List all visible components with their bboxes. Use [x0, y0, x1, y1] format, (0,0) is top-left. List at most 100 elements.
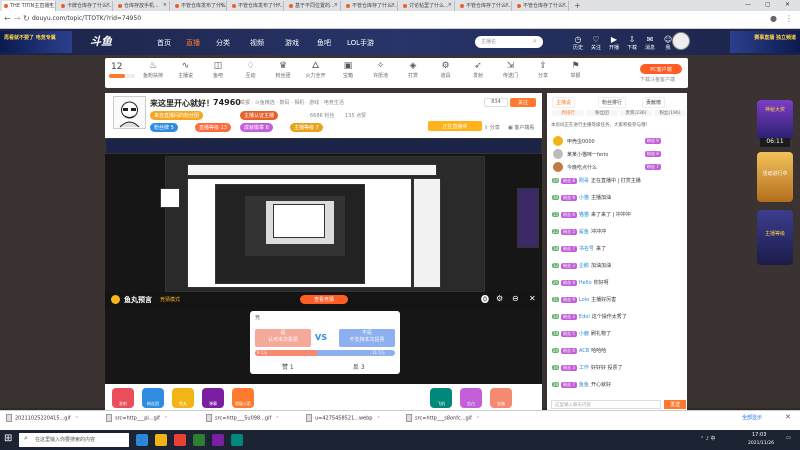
- header-ad-left[interactable]: 再看就不要了 电竞专属: [0, 31, 72, 53]
- view-prediction-button[interactable]: 查看竞猜: [300, 295, 348, 304]
- client-watch-button[interactable]: ▣ 客户端看: [508, 124, 534, 131]
- chat-user-name[interactable]: Hello: [579, 280, 592, 286]
- chat-subtab-2[interactable]: 贵宾(236): [620, 110, 652, 116]
- download-menu-icon[interactable]: ⌃: [164, 416, 168, 422]
- toolbar-item-12[interactable]: ⇪ 分享: [530, 60, 556, 79]
- toolbar-item-0[interactable]: ♨ 鱼粉扶持: [140, 60, 166, 79]
- minimize-icon[interactable]: —: [745, 1, 751, 8]
- tab-close-icon[interactable]: ×: [163, 2, 167, 8]
- close-downloads-icon[interactable]: ✕: [785, 413, 791, 421]
- toolbar-item-13[interactable]: ⚑ 举报: [563, 60, 589, 79]
- url-text[interactable]: douyu.com/topic/TTOTK/?rid=74950: [32, 15, 141, 22]
- browser-tab[interactable]: 仓库存放手机... ×: [116, 1, 170, 11]
- chat-user-name[interactable]: 鱼鱼: [579, 382, 589, 388]
- toolbar-item-8[interactable]: ◈ 打赏: [400, 60, 426, 79]
- vote-right-button[interactable]: 反 3: [353, 362, 365, 371]
- toolbar-item-2[interactable]: ◫ 鱼吧: [205, 60, 231, 79]
- nav-item-2[interactable]: 分类: [216, 38, 230, 48]
- chat-input[interactable]: 这里输入聊天内容: [551, 400, 661, 409]
- download-item[interactable]: 20211025220415...gif ⌃: [6, 414, 79, 422]
- app-icon-3[interactable]: [231, 434, 243, 446]
- header-ad-right[interactable]: 赛事直播 独立频道: [730, 31, 800, 53]
- browser-tab[interactable]: 不管仓库发布了什么... ×: [173, 1, 227, 11]
- toolbar-item-1[interactable]: ∿ 主播说: [173, 60, 199, 79]
- browser-tab[interactable]: 不管仓库存了什么... ×: [458, 1, 512, 11]
- download-item[interactable]: src=http___5u098...gif ⌃: [206, 414, 279, 422]
- chat-user-name[interactable]: 工作: [579, 365, 589, 371]
- windows-start-icon[interactable]: ⊞: [4, 434, 12, 444]
- browser-tab[interactable]: 卡牌仓库存了什么... ×: [59, 1, 113, 11]
- tab-close-icon[interactable]: ×: [220, 2, 224, 8]
- close-window-icon[interactable]: ✕: [785, 1, 790, 8]
- tab-close-icon[interactable]: ×: [448, 2, 452, 8]
- vote-option-left[interactable]: 是 认可本次投票: [255, 329, 311, 347]
- notification-icon[interactable]: ▭: [786, 435, 791, 441]
- anchor-level-badge[interactable]: 主播等级 7: [290, 123, 323, 132]
- maximize-icon[interactable]: ▢: [765, 1, 771, 8]
- activity-banner[interactable]: 神秘大奖: [757, 100, 793, 140]
- tab-close-icon[interactable]: ×: [334, 2, 338, 8]
- browser-tab[interactable]: 不管仓库存了什么... ×: [515, 1, 569, 11]
- user-avatar[interactable]: [672, 32, 690, 50]
- pc-client-button[interactable]: PC客户端: [640, 64, 682, 74]
- site-logo[interactable]: 斗鱼: [90, 33, 112, 49]
- gift-item[interactable]: 鱼丸: [172, 388, 194, 408]
- download-menu-icon[interactable]: ⌃: [275, 416, 279, 422]
- settings-icon[interactable]: ⚙: [496, 294, 503, 303]
- chat-user-name[interactable]: 猫猫: [579, 212, 589, 218]
- nav-item-4[interactable]: 游戏: [285, 38, 299, 48]
- nav-item-3[interactable]: 视频: [250, 38, 264, 48]
- reload-icon[interactable]: ↻: [23, 14, 30, 23]
- chat-user-name[interactable]: 小鹿: [579, 331, 589, 337]
- chat-user-name[interactable]: 刚哥: [579, 178, 589, 184]
- streamer-avatar[interactable]: [113, 96, 146, 129]
- file-explorer-icon[interactable]: [155, 434, 167, 446]
- back-icon[interactable]: ←: [4, 14, 11, 23]
- rank-user-name[interactable]: 某某小猫咪一ferio: [567, 151, 608, 158]
- share-button[interactable]: ⇪ 分享: [484, 124, 500, 131]
- download-item[interactable]: src=http___pi...gif ⌃: [106, 414, 168, 422]
- download-menu-icon[interactable]: ⌃: [376, 416, 380, 422]
- fan-badge[interactable]: 粉丝牌 5: [150, 123, 178, 132]
- toolbar-item-7[interactable]: ✧ 许愿池: [368, 60, 394, 79]
- toolbar-item-4[interactable]: ♛ 粉丝团: [270, 60, 296, 79]
- chat-user-name[interactable]: 鲨鱼: [579, 229, 589, 235]
- info-icon[interactable]: ⓿: [481, 294, 489, 305]
- download-item[interactable]: src=http___s8onfc...gif ⌃: [406, 414, 480, 422]
- nav-item-5[interactable]: 鱼吧: [317, 38, 331, 48]
- chat-tab-2[interactable]: 贡献榜: [642, 97, 666, 108]
- browser-tab[interactable]: 讨论帖里了什么... ×: [401, 1, 455, 11]
- download-menu-icon[interactable]: ⌃: [75, 416, 79, 422]
- rank-user-name[interactable]: 甲壳虫0000: [567, 138, 595, 145]
- achievement-badge[interactable]: 成就徽章 6: [240, 123, 273, 132]
- toolbar-item-11[interactable]: ⇲ 传送门: [498, 60, 524, 79]
- chat-tab-1[interactable]: 粉丝排行: [598, 97, 627, 108]
- app-icon-2[interactable]: [212, 434, 224, 446]
- rank-avatar[interactable]: [553, 136, 563, 146]
- tag-certified[interactable]: 主播认证主播: [240, 111, 279, 120]
- gift-item[interactable]: 飞机: [430, 388, 452, 408]
- header-icon-3[interactable]: ⇩ 下载: [622, 35, 642, 51]
- vote-left-button[interactable]: 赞 1: [282, 362, 294, 371]
- new-tab-icon[interactable]: +: [574, 1, 581, 10]
- live-level-badge[interactable]: 直播等级 13: [195, 123, 231, 132]
- chat-user-name[interactable]: ACB: [579, 348, 589, 354]
- search-icon[interactable]: ⌕: [533, 37, 537, 46]
- tab-close-icon[interactable]: ×: [106, 2, 110, 8]
- chat-user-name[interactable]: Edol: [579, 314, 590, 320]
- gift-item[interactable]: 粉丝团: [142, 388, 164, 408]
- header-icon-1[interactable]: ♡ 关注: [586, 35, 606, 51]
- browser-tab[interactable]: 不管仓库发布了什... ×: [230, 1, 284, 11]
- nav-item-0[interactable]: 首页: [157, 38, 171, 48]
- rank-user-name[interactable]: 今晚吃点什么: [567, 164, 597, 171]
- tab-close-icon[interactable]: ×: [505, 2, 509, 8]
- toolbar-item-9[interactable]: ⚙ 道具: [433, 60, 459, 79]
- chat-user-name[interactable]: 企鹅: [579, 263, 589, 269]
- tab-close-icon[interactable]: ×: [562, 2, 566, 8]
- header-icon-0[interactable]: ◷ 历史: [568, 35, 588, 51]
- browser-tab[interactable]: 基于不同位置的... ×: [287, 1, 341, 11]
- collapse-icon[interactable]: ⊖: [512, 294, 519, 303]
- chat-user-name[interactable]: 书名号: [579, 246, 594, 252]
- chat-user-name[interactable]: 小猫: [579, 195, 589, 201]
- toolbar-item-10[interactable]: ➶ 发射: [465, 60, 491, 79]
